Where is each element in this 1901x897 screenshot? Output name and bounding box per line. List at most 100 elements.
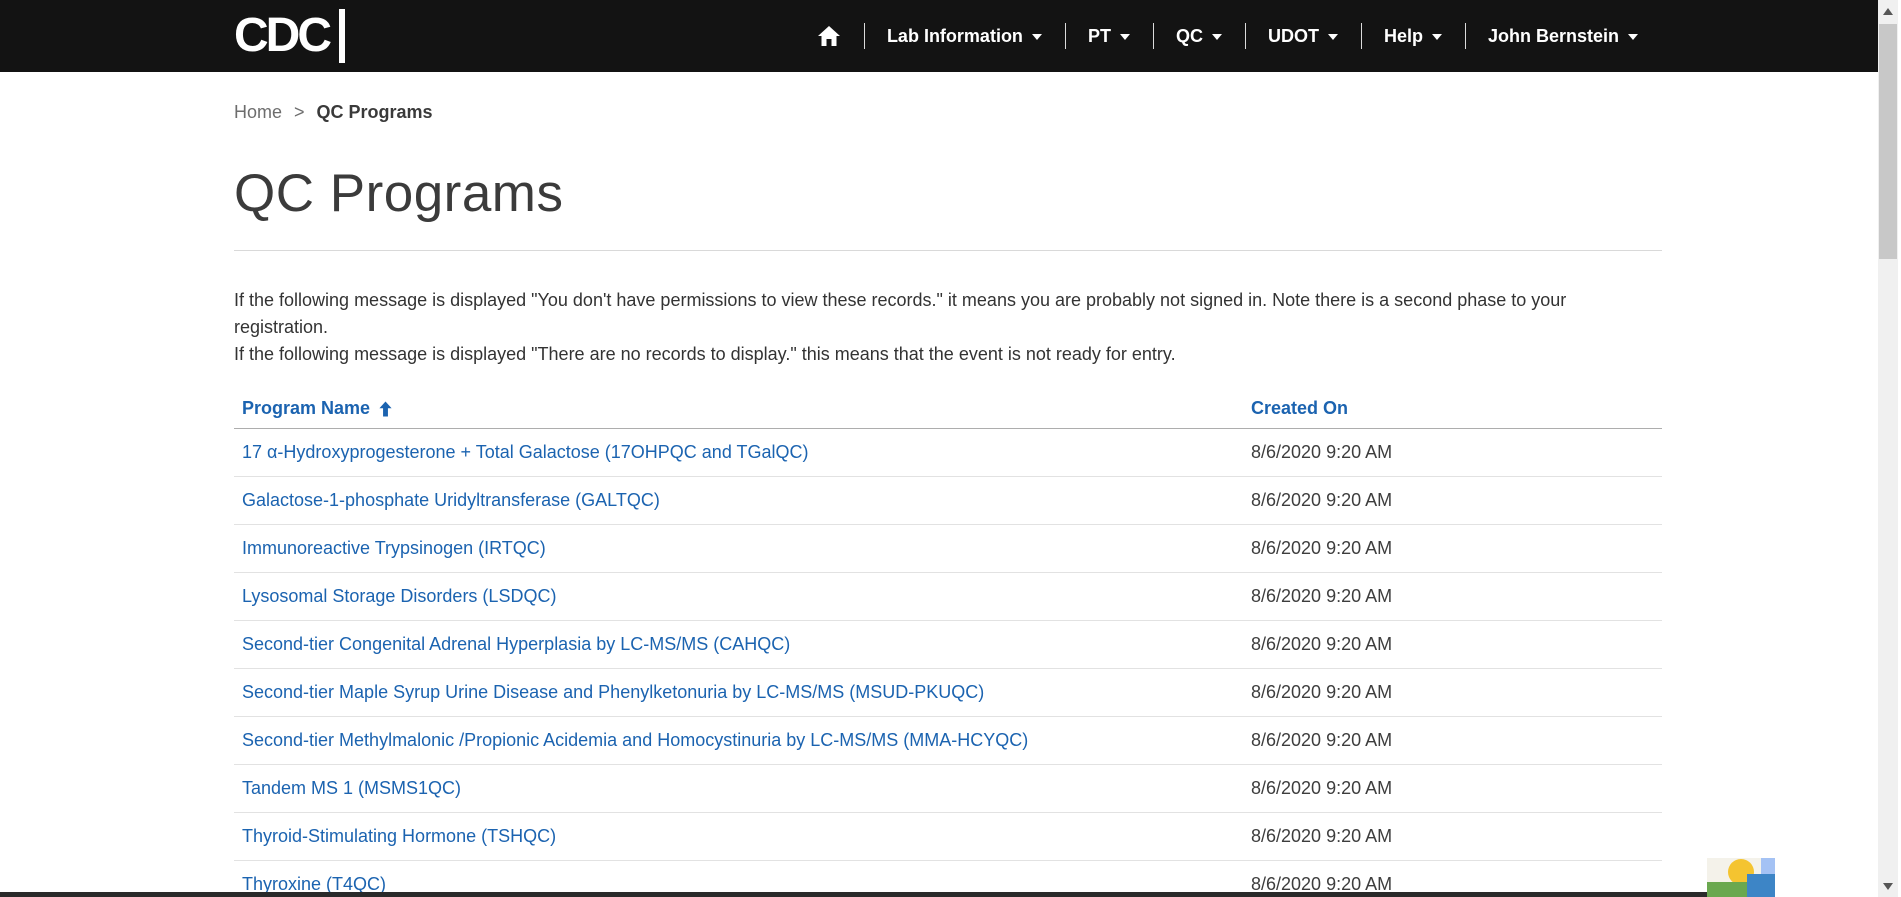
- qc-programs-table: Program Name Created On: [234, 392, 1662, 897]
- breadcrumb-separator: >: [294, 102, 305, 123]
- table-row: Thyroid-Stimulating Hormone (TSHQC) 8/6/…: [234, 813, 1662, 861]
- created-on-header-label: Created On: [1251, 398, 1348, 419]
- scrollbar-up-button[interactable]: [1878, 0, 1898, 22]
- created-on-cell: 8/6/2020 9:20 AM: [1251, 826, 1662, 847]
- created-on-cell: 8/6/2020 9:20 AM: [1251, 730, 1662, 751]
- intro-line-2: If the following message is displayed "T…: [234, 341, 1662, 368]
- scroll-up-icon: [1883, 8, 1893, 15]
- table-header-row: Program Name Created On: [234, 392, 1662, 429]
- nav-menu-item[interactable]: QC: [1153, 0, 1245, 72]
- created-on-cell: 8/6/2020 9:20 AM: [1251, 442, 1662, 463]
- chevron-down-icon: [1032, 34, 1042, 40]
- scrollbar-down-button[interactable]: [1878, 875, 1898, 897]
- chevron-down-icon: [1432, 34, 1442, 40]
- program-link[interactable]: Second-tier Congenital Adrenal Hyperplas…: [242, 634, 790, 654]
- program-link[interactable]: Second-tier Maple Syrup Urine Disease an…: [242, 682, 984, 702]
- created-on-value: 8/6/2020 9:20 AM: [1251, 730, 1392, 750]
- nav-menu-item-label: John Bernstein: [1488, 26, 1619, 47]
- table-row: Lysosomal Storage Disorders (LSDQC) 8/6/…: [234, 573, 1662, 621]
- chevron-down-icon: [1120, 34, 1130, 40]
- created-on-value: 8/6/2020 9:20 AM: [1251, 778, 1392, 798]
- intro-text: If the following message is displayed "Y…: [234, 287, 1662, 368]
- created-on-value: 8/6/2020 9:20 AM: [1251, 490, 1392, 510]
- program-name-cell: Thyroid-Stimulating Hormone (TSHQC): [234, 826, 1251, 847]
- program-name-cell: Galactose-1-phosphate Uridyltransferase …: [234, 490, 1251, 511]
- chevron-down-icon: [1328, 34, 1338, 40]
- main-content: Home > QC Programs QC Programs If the fo…: [234, 72, 1662, 897]
- breadcrumb-current: QC Programs: [317, 102, 433, 123]
- cdc-logo-text: CDC: [234, 9, 345, 63]
- scroll-down-icon: [1883, 883, 1893, 890]
- created-on-cell: 8/6/2020 9:20 AM: [1251, 538, 1662, 559]
- cdc-logo[interactable]: CDC: [234, 0, 345, 72]
- created-on-value: 8/6/2020 9:20 AM: [1251, 682, 1392, 702]
- created-on-cell: 8/6/2020 9:20 AM: [1251, 586, 1662, 607]
- nav-menu: Lab Information PT QC UDOT: [794, 0, 1661, 72]
- nav-menu-item[interactable]: Lab Information: [864, 0, 1065, 72]
- nav-home-button[interactable]: [794, 0, 864, 72]
- program-link[interactable]: Lysosomal Storage Disorders (LSDQC): [242, 586, 556, 606]
- taskbar-top-edge: [0, 892, 1707, 897]
- created-on-cell: 8/6/2020 9:20 AM: [1251, 490, 1662, 511]
- program-name-header-cell: Program Name: [234, 398, 1251, 419]
- corner-image-peek[interactable]: [1707, 852, 1775, 897]
- table-body: 17 α-Hydroxyprogesterone + Total Galacto…: [234, 429, 1662, 897]
- program-link[interactable]: Immunoreactive Trypsinogen (IRTQC): [242, 538, 546, 558]
- program-link[interactable]: Thyroxine (T4QC): [242, 874, 386, 894]
- breadcrumb: Home > QC Programs: [234, 102, 1662, 123]
- nav-menu-item[interactable]: UDOT: [1245, 0, 1361, 72]
- program-link[interactable]: Second-tier Methylmalonic /Propionic Aci…: [242, 730, 1028, 750]
- nav-container: CDC Lab Information: [234, 0, 1661, 72]
- table-row: Tandem MS 1 (MSMS1QC) 8/6/2020 9:20 AM: [234, 765, 1662, 813]
- created-on-value: 8/6/2020 9:20 AM: [1251, 826, 1392, 846]
- title-divider: [234, 250, 1662, 251]
- vertical-scrollbar[interactable]: [1878, 0, 1898, 897]
- sort-ascending-icon: [378, 400, 393, 418]
- table-row: Immunoreactive Trypsinogen (IRTQC) 8/6/2…: [234, 525, 1662, 573]
- table-row: Second-tier Maple Syrup Urine Disease an…: [234, 669, 1662, 717]
- home-icon: [817, 25, 841, 47]
- breadcrumb-home-link[interactable]: Home: [234, 102, 282, 123]
- created-on-value: 8/6/2020 9:20 AM: [1251, 586, 1392, 606]
- program-name-sort-header[interactable]: Program Name: [242, 398, 393, 419]
- nav-menu-item-label: Help: [1384, 26, 1423, 47]
- program-link[interactable]: Tandem MS 1 (MSMS1QC): [242, 778, 461, 798]
- table-row: 17 α-Hydroxyprogesterone + Total Galacto…: [234, 429, 1662, 477]
- created-on-cell: 8/6/2020 9:20 AM: [1251, 634, 1662, 655]
- table-row: Second-tier Methylmalonic /Propionic Aci…: [234, 717, 1662, 765]
- created-on-value: 8/6/2020 9:20 AM: [1251, 538, 1392, 558]
- table-row: Galactose-1-phosphate Uridyltransferase …: [234, 477, 1662, 525]
- created-on-value: 8/6/2020 9:20 AM: [1251, 634, 1392, 654]
- program-link[interactable]: Galactose-1-phosphate Uridyltransferase …: [242, 490, 660, 510]
- browser-page: CDC Lab Information: [0, 0, 1901, 897]
- program-name-cell: Tandem MS 1 (MSMS1QC): [234, 778, 1251, 799]
- program-name-cell: Second-tier Methylmalonic /Propionic Aci…: [234, 730, 1251, 751]
- program-name-cell: Second-tier Maple Syrup Urine Disease an…: [234, 682, 1251, 703]
- program-name-cell: Second-tier Congenital Adrenal Hyperplas…: [234, 634, 1251, 655]
- created-on-header[interactable]: Created On: [1251, 398, 1348, 419]
- nav-menu-item[interactable]: John Bernstein: [1465, 0, 1661, 72]
- nav-menu-item-label: UDOT: [1268, 26, 1319, 47]
- program-name-cell: Immunoreactive Trypsinogen (IRTQC): [234, 538, 1251, 559]
- created-on-cell: 8/6/2020 9:20 AM: [1251, 778, 1662, 799]
- nav-menu-item-label: Lab Information: [887, 26, 1023, 47]
- nav-menu-item[interactable]: PT: [1065, 0, 1153, 72]
- created-on-cell: 8/6/2020 9:20 AM: [1251, 682, 1662, 703]
- page-title: QC Programs: [234, 163, 1662, 224]
- program-link[interactable]: 17 α-Hydroxyprogesterone + Total Galacto…: [242, 442, 809, 462]
- chevron-down-icon: [1628, 34, 1638, 40]
- nav-menu-item[interactable]: Help: [1361, 0, 1465, 72]
- created-on-value: 8/6/2020 9:20 AM: [1251, 442, 1392, 462]
- program-link[interactable]: Thyroid-Stimulating Hormone (TSHQC): [242, 826, 556, 846]
- created-on-value: 8/6/2020 9:20 AM: [1251, 874, 1392, 894]
- intro-line-1: If the following message is displayed "Y…: [234, 287, 1662, 341]
- scrollbar-thumb[interactable]: [1879, 24, 1897, 259]
- created-on-header-cell: Created On: [1251, 398, 1662, 419]
- top-navigation-bar: CDC Lab Information: [0, 0, 1878, 72]
- program-name-header-label: Program Name: [242, 398, 370, 419]
- nav-menu-item-label: PT: [1088, 26, 1111, 47]
- program-name-cell: Lysosomal Storage Disorders (LSDQC): [234, 586, 1251, 607]
- program-name-cell: 17 α-Hydroxyprogesterone + Total Galacto…: [234, 442, 1251, 463]
- chevron-down-icon: [1212, 34, 1222, 40]
- nav-menu-item-label: QC: [1176, 26, 1203, 47]
